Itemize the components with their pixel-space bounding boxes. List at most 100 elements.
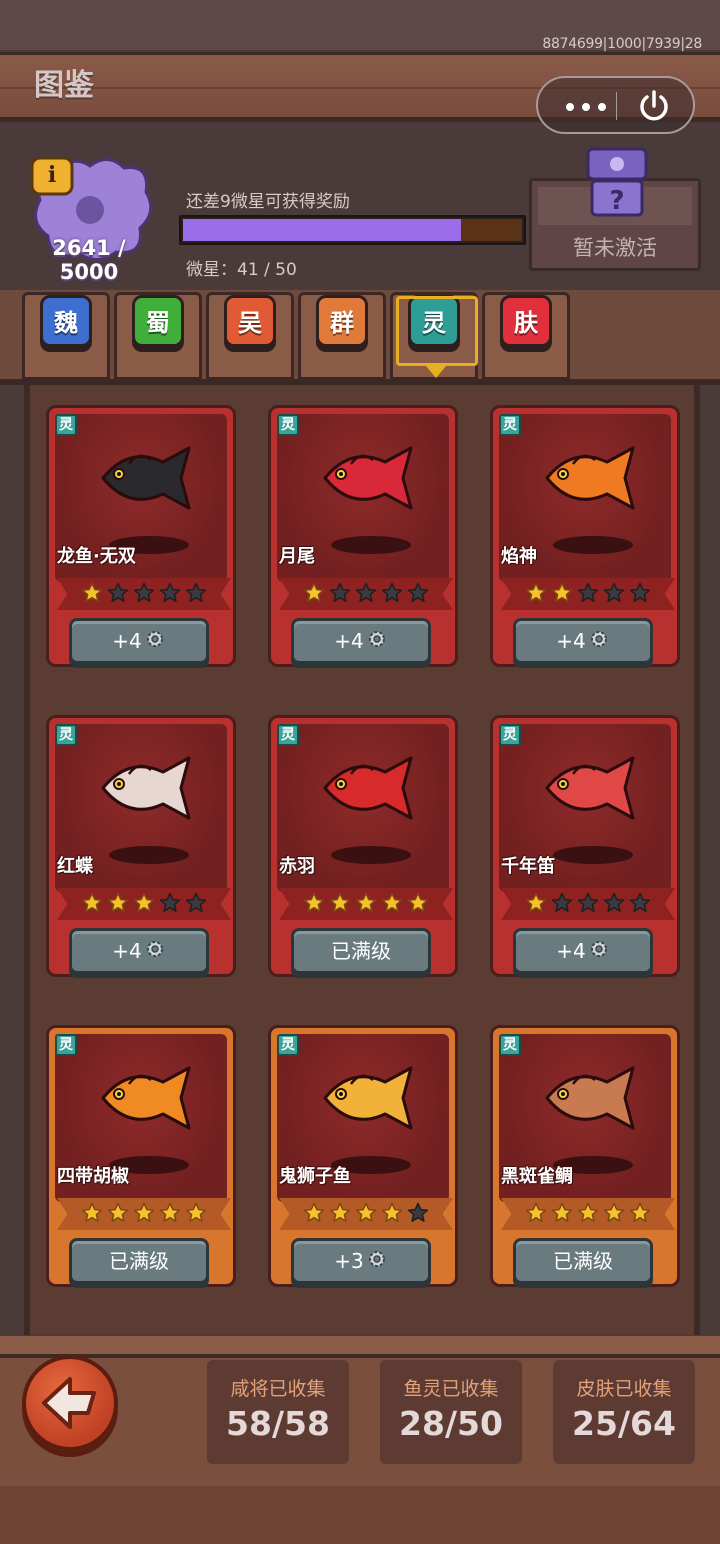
star-filled-icon [525,1202,547,1228]
gear-icon [366,1243,388,1283]
star-filled-icon [355,892,377,918]
star-filled-icon [629,1202,651,1228]
svg-text:?: ? [609,186,624,216]
locked-reward-label: 暂未激活 [573,236,657,260]
collection-value: 2641 / 5000 [52,236,126,284]
upgrade-button[interactable]: +4 [69,928,209,974]
star-empty-icon [629,892,651,918]
fish-name: 焰神 [501,546,537,567]
fish-name: 千年笛 [501,856,555,877]
star-filled-icon [81,582,103,608]
back-arrow-icon [42,1377,96,1429]
upgrade-button[interactable]: +4 [69,618,209,664]
star-rating [81,1202,211,1226]
star-empty-icon [159,892,181,918]
fish-image [89,438,199,522]
fish-name: 龙鱼·无双 [57,546,136,567]
fish-name: 月尾 [279,546,315,567]
gear-icon [144,933,166,973]
star-filled-icon [159,1202,181,1228]
fish-card[interactable]: 灵四带胡椒 已满级 [46,1025,236,1287]
more-dots-icon[interactable] [556,88,616,124]
star-rating [525,1202,655,1226]
star-filled-icon [81,892,103,918]
gear-icon [588,623,610,663]
spirit-tag: 灵 [499,724,521,746]
upgrade-button-label: +4 [112,629,142,653]
star-filled-icon [603,1202,625,1228]
spirit-tag: 灵 [277,414,299,436]
stat-label: 鱼灵已收集 [403,1378,499,1400]
star-rating [81,892,211,916]
stat-value: 25/64 [572,1404,676,1443]
fish-shadow [331,846,411,864]
star-rating [303,582,433,606]
tab-selected-arrow [426,366,446,378]
spirit-tag: 灵 [499,1034,521,1056]
info-icon[interactable]: i [32,158,72,194]
star-empty-icon [629,582,651,608]
star-filled-icon [81,1202,103,1228]
star-empty-icon [577,582,599,608]
fish-card[interactable]: 灵焰神 +4 [490,405,680,667]
fish-card[interactable]: 灵月尾 +4 [268,405,458,667]
upgrade-button[interactable]: +4 [513,618,653,664]
spirit-tag: 灵 [55,724,77,746]
tab-label: 蜀 [132,295,184,347]
fish-card[interactable]: 灵红蝶 +4 [46,715,236,977]
fish-card[interactable]: 灵龙鱼·无双 +4 [46,405,236,667]
power-icon[interactable] [634,88,674,124]
star-filled-icon [133,1202,155,1228]
star-rating [303,892,433,916]
fish-shadow [553,846,633,864]
fish-name: 红蝶 [57,856,93,877]
star-rating [525,582,655,606]
upgrade-button[interactable]: +4 [291,618,431,664]
star-filled-icon [577,1202,599,1228]
star-filled-icon [525,892,547,918]
fish-image [89,748,199,832]
upgrade-button[interactable]: 已满级 [291,928,431,974]
upgrade-button-label: 已满级 [109,1249,169,1273]
upgrade-button[interactable]: 已满级 [69,1238,209,1284]
star-empty-icon [159,582,181,608]
collection-stat: 皮肤已收集 25/64 [553,1360,695,1464]
fish-name: 四带胡椒 [57,1166,129,1187]
fish-card[interactable]: 灵千年笛 +4 [490,715,680,977]
spirit-tag: 灵 [55,414,77,436]
star-empty-icon [603,582,625,608]
fish-card[interactable]: 灵黑斑雀鲷 已满级 [490,1025,680,1287]
collection-stat: 咸将已收集 58/58 [207,1360,349,1464]
tab-label: 群 [316,295,368,347]
fish-shadow [109,846,189,864]
fish-shadow [331,536,411,554]
star-rating [81,582,211,606]
star-filled-icon [107,1202,129,1228]
fish-image [311,748,421,832]
stat-label: 咸将已收集 [230,1378,326,1400]
page-title: 图鉴 [34,68,94,103]
tab-label: 吴 [224,295,276,347]
upgrade-button-label: +4 [556,939,586,963]
fish-card[interactable]: 灵赤羽 已满级 [268,715,458,977]
star-rating [303,1202,433,1226]
star-empty-icon [107,582,129,608]
star-filled-icon [407,892,429,918]
star-empty-icon [381,582,403,608]
back-button[interactable] [22,1355,118,1451]
gear-icon [366,623,388,663]
fish-image [533,438,643,522]
star-filled-icon [551,1202,573,1228]
spirit-tag: 灵 [499,414,521,436]
tab-label: 魏 [40,295,92,347]
fish-shadow [553,536,633,554]
star-empty-icon [407,582,429,608]
upgrade-button[interactable]: 已满级 [513,1238,653,1284]
upgrade-button-label: 已满级 [553,1249,613,1273]
fish-card[interactable]: 灵鬼狮子鱼 +3 [268,1025,458,1287]
star-empty-icon [577,892,599,918]
micro-star-progress-bar [179,215,526,245]
upgrade-button[interactable]: +3 [291,1238,431,1284]
gear-icon [144,623,166,663]
upgrade-button[interactable]: +4 [513,928,653,974]
